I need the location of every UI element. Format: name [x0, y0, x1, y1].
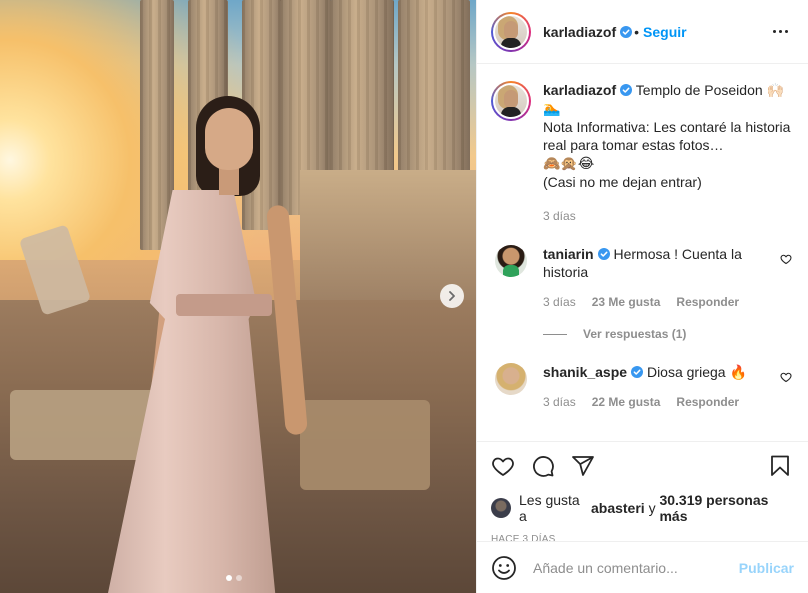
stone-block	[300, 400, 430, 490]
likes-count-link[interactable]: 30.319 personas más	[659, 492, 792, 524]
temple-steps	[300, 170, 476, 300]
more-dot-icon	[785, 30, 788, 33]
comment-item: taniarin Hermosa ! Cuenta la historia 3 …	[491, 245, 792, 311]
comment-input[interactable]	[533, 559, 739, 576]
caption-line-2-emoji: 🙈🙊😂	[543, 156, 595, 172]
chevron-right-icon	[449, 291, 455, 301]
likes-connector: y	[648, 500, 656, 516]
like-comment-heart-icon[interactable]	[780, 371, 792, 383]
view-replies-button[interactable]: Ver respuestas (1)	[543, 327, 792, 341]
caption-line-1-emoji: 🏊	[543, 101, 561, 117]
like-heart-icon[interactable]	[491, 454, 515, 478]
comment-item: shanik_aspe Diosa griega 🔥 3 días 22 Me …	[491, 363, 792, 411]
comment-meta: 3 días 23 Me gusta Responder	[543, 293, 772, 311]
comments-list[interactable]: karladiazof Templo de Poseidon 🙌🏻 🏊 Nota…	[477, 65, 808, 441]
author-avatar[interactable]	[491, 11, 531, 52]
caption-author-avatar[interactable]	[491, 81, 531, 121]
follow-button[interactable]: Seguir	[643, 24, 687, 40]
post-actions: Les gusta a abasteri y 30.319 personas m…	[477, 441, 808, 545]
caption-line-1: Templo de Poseidon 🙌🏻	[635, 82, 784, 98]
save-bookmark-icon[interactable]	[768, 454, 792, 478]
comment-text: Diosa griega 🔥	[646, 364, 747, 380]
reply-button[interactable]: Responder	[676, 293, 739, 311]
post-header: karladiazof • Seguir	[477, 0, 808, 64]
share-paper-plane-icon[interactable]	[571, 454, 595, 478]
next-photo-button[interactable]	[440, 284, 464, 308]
commenter-avatar[interactable]	[495, 245, 527, 277]
liker-username[interactable]: abasteri	[591, 500, 645, 516]
caption-line-2: Nota Informativa: Les contaré la histori…	[543, 119, 791, 153]
temple-column	[398, 0, 470, 175]
verified-badge-icon	[597, 248, 610, 260]
more-options-button[interactable]	[767, 24, 794, 39]
comment-like-count[interactable]: 22 Me gusta	[592, 393, 661, 411]
stone-block	[10, 390, 160, 460]
post-photo[interactable]	[0, 0, 476, 593]
header-separator: •	[634, 23, 640, 40]
likes-prefix: Les gusta a	[519, 492, 580, 524]
verified-badge-icon	[620, 25, 633, 38]
more-dot-icon	[773, 30, 776, 33]
comment-like-count[interactable]: 23 Me gusta	[592, 293, 661, 311]
caption-line-3: (Casi no me dejan entrar)	[543, 174, 702, 190]
author-username[interactable]: karladiazof	[543, 24, 616, 40]
carousel-dot-active	[226, 575, 232, 581]
comment-meta: 3 días 22 Me gusta Responder	[543, 393, 772, 411]
carousel-dot	[236, 575, 242, 581]
likes-summary: Les gusta a abasteri y 30.319 personas m…	[491, 492, 792, 524]
verified-badge-icon	[620, 84, 633, 96]
temple-column	[330, 0, 394, 190]
reply-button[interactable]: Responder	[676, 393, 739, 411]
comment-composer: Publicar	[477, 541, 808, 593]
comment-time[interactable]: 3 días	[543, 293, 576, 311]
action-icons	[491, 452, 792, 480]
liker-avatar[interactable]	[491, 498, 511, 518]
caption-author[interactable]: karladiazof	[543, 82, 616, 98]
comment-time[interactable]: 3 días	[543, 393, 576, 411]
caption-time[interactable]: 3 días	[543, 207, 792, 225]
publish-button[interactable]: Publicar	[739, 560, 794, 576]
view-replies-label: Ver respuestas (1)	[583, 327, 687, 341]
emoji-smiley-icon[interactable]	[491, 555, 517, 581]
verified-badge-icon	[631, 366, 644, 378]
comment-bubble-icon[interactable]	[531, 454, 555, 478]
commenter-avatar[interactable]	[495, 363, 527, 395]
comment-author[interactable]: shanik_aspe	[543, 364, 627, 380]
carousel-indicator	[226, 575, 242, 581]
caption: karladiazof Templo de Poseidon 🙌🏻 🏊 Nota…	[491, 81, 792, 225]
more-dot-icon	[779, 30, 782, 33]
replies-divider-line	[543, 333, 567, 335]
comment-author[interactable]: taniarin	[543, 246, 594, 262]
like-comment-heart-icon[interactable]	[780, 253, 792, 265]
post-side-panel: karladiazof • Seguir karladiazof Templo …	[476, 0, 808, 593]
